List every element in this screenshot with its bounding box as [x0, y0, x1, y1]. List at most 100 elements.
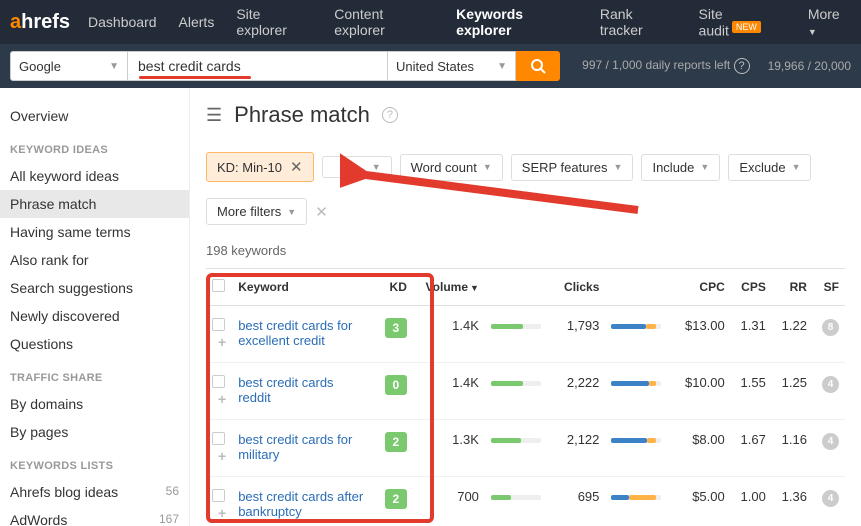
sidebar-newly-discovered[interactable]: Newly discovered [0, 302, 189, 330]
sidebar: Overview KEYWORD IDEAS All keyword ideas… [0, 88, 190, 526]
reports-left: 997 / 1,000 daily reports left ? [582, 58, 749, 74]
chevron-down-icon: ▼ [372, 162, 381, 172]
sidebar-heading-lists: KEYWORDS LISTS [0, 446, 189, 478]
cpc-value: $10.00 [674, 363, 731, 420]
volume-bar [491, 438, 541, 443]
volume-bar [491, 324, 541, 329]
engine-select[interactable]: Google▼ [10, 51, 128, 81]
rr-value: 1.22 [772, 306, 813, 363]
logo[interactable]: ahrefs [10, 11, 70, 34]
table-row: + best credit cards for military 2 1.3K 2,12… [206, 420, 845, 477]
cpc-value: $13.00 [674, 306, 731, 363]
nav-more[interactable]: More ▼ [808, 6, 851, 38]
cps-value: 1.31 [731, 306, 772, 363]
keyword-input[interactable] [128, 51, 388, 81]
table-row: + best credit cards for excellent credit 3… [206, 306, 845, 363]
expand-icon[interactable]: + [218, 334, 226, 350]
country-select[interactable]: United States▼ [388, 51, 516, 81]
col-keyword[interactable]: Keyword [232, 269, 375, 306]
kd-badge: 0 [385, 375, 407, 395]
cps-value: 1.00 [731, 477, 772, 526]
filter-exclude[interactable]: Exclude▼ [728, 154, 811, 181]
sort-desc-icon: ▼ [470, 283, 479, 293]
chevron-down-icon: ▼ [287, 207, 296, 217]
cps-value: 1.55 [731, 363, 772, 420]
volume-value: 1.4K [413, 306, 485, 363]
volume-bar [491, 495, 541, 500]
row-checkbox[interactable] [212, 375, 225, 388]
filter-serp[interactable]: SERP features▼ [511, 154, 634, 181]
sidebar-phrase-match[interactable]: Phrase match [0, 190, 189, 218]
clicks-bar [611, 438, 661, 443]
sidebar-having-same-terms[interactable]: Having same terms [0, 218, 189, 246]
sidebar-heading-traffic: TRAFFIC SHARE [0, 358, 189, 390]
filter-wordcount[interactable]: Word count▼ [400, 154, 503, 181]
keyword-link[interactable]: best credit cards reddit [238, 375, 333, 405]
nav-rank-tracker[interactable]: Rank tracker [600, 6, 677, 38]
clicks-value: 695 [553, 477, 605, 526]
row-checkbox[interactable] [212, 489, 225, 502]
expand-icon[interactable]: + [218, 391, 226, 407]
col-rr[interactable]: RR [772, 269, 813, 306]
keyword-link[interactable]: best credit cards after bankruptcy [238, 489, 363, 519]
top-nav: Dashboard Alerts Site explorer Content expl… [88, 6, 851, 39]
nav-dashboard[interactable]: Dashboard [88, 14, 157, 30]
sidebar-list-item[interactable]: AdWords167 [0, 506, 189, 526]
nav-alerts[interactable]: Alerts [179, 14, 215, 30]
expand-icon[interactable]: + [218, 505, 226, 521]
help-icon[interactable]: ? [382, 107, 398, 123]
kd-badge: 3 [385, 318, 407, 338]
clicks-bar [611, 381, 661, 386]
sidebar-by-domains[interactable]: By domains [0, 390, 189, 418]
filter-more[interactable]: More filters▼ [206, 198, 307, 225]
sidebar-overview[interactable]: Overview [0, 102, 189, 130]
volume-bar [491, 381, 541, 386]
col-kd[interactable]: KD [375, 269, 412, 306]
table-row: +best credit cards reddit01.4K2,222$10.0… [206, 363, 845, 420]
filter-hidden[interactable]: ▼ [322, 156, 392, 178]
col-volume[interactable]: Volume▼ [413, 269, 485, 306]
sf-badge: 8 [822, 319, 839, 336]
filter-bar: KD: Min-10✕ ▼ Word count▼ SERP features▼… [206, 152, 845, 225]
filter-include[interactable]: Include▼ [641, 154, 720, 181]
sidebar-all-keyword-ideas[interactable]: All keyword ideas [0, 162, 189, 190]
col-sf[interactable]: SF [813, 269, 845, 306]
expand-icon[interactable]: + [218, 448, 226, 464]
chevron-down-icon: ▼ [109, 61, 119, 72]
rows-left: 19,966 / 20,000 [768, 59, 851, 73]
volume-value: 700 [413, 477, 485, 526]
clicks-value: 2,122 [553, 420, 605, 477]
sidebar-by-pages[interactable]: By pages [0, 418, 189, 446]
nav-site-audit[interactable]: Site auditNEW [699, 6, 786, 39]
col-cps[interactable]: CPS [731, 269, 772, 306]
volume-value: 1.3K [413, 420, 485, 477]
sidebar-also-rank-for[interactable]: Also rank for [0, 246, 189, 274]
results-table: Keyword KD Volume▼ Clicks CPC CPS RR SF … [206, 268, 845, 526]
clicks-bar [611, 324, 661, 329]
sidebar-questions[interactable]: Questions [0, 330, 189, 358]
clear-filters[interactable]: ✕ [315, 203, 328, 221]
chevron-down-icon: ▼ [792, 162, 801, 172]
help-icon[interactable]: ? [734, 58, 750, 74]
row-checkbox[interactable] [212, 318, 225, 331]
clicks-value: 2,222 [553, 363, 605, 420]
page-title: Phrase match [234, 102, 370, 128]
nav-content-explorer[interactable]: Content explorer [334, 6, 434, 38]
search-button[interactable] [516, 51, 560, 81]
row-checkbox[interactable] [212, 432, 225, 445]
col-cpc[interactable]: CPC [674, 269, 731, 306]
sf-badge: 4 [822, 433, 839, 450]
search-icon [530, 58, 546, 74]
close-icon[interactable]: ✕ [290, 158, 303, 176]
sidebar-list-item[interactable]: Ahrefs blog ideas56 [0, 478, 189, 506]
kd-badge: 2 [385, 432, 407, 452]
col-clicks[interactable]: Clicks [553, 269, 605, 306]
nav-keywords-explorer[interactable]: Keywords explorer [456, 6, 578, 38]
keyword-link[interactable]: best credit cards for military [238, 432, 352, 462]
nav-site-explorer[interactable]: Site explorer [236, 6, 312, 38]
filter-kd[interactable]: KD: Min-10✕ [206, 152, 314, 182]
menu-icon[interactable]: ☰ [206, 105, 222, 126]
keyword-link[interactable]: best credit cards for excellent credit [238, 318, 352, 348]
select-all-checkbox[interactable] [212, 279, 225, 292]
sidebar-search-suggestions[interactable]: Search suggestions [0, 274, 189, 302]
